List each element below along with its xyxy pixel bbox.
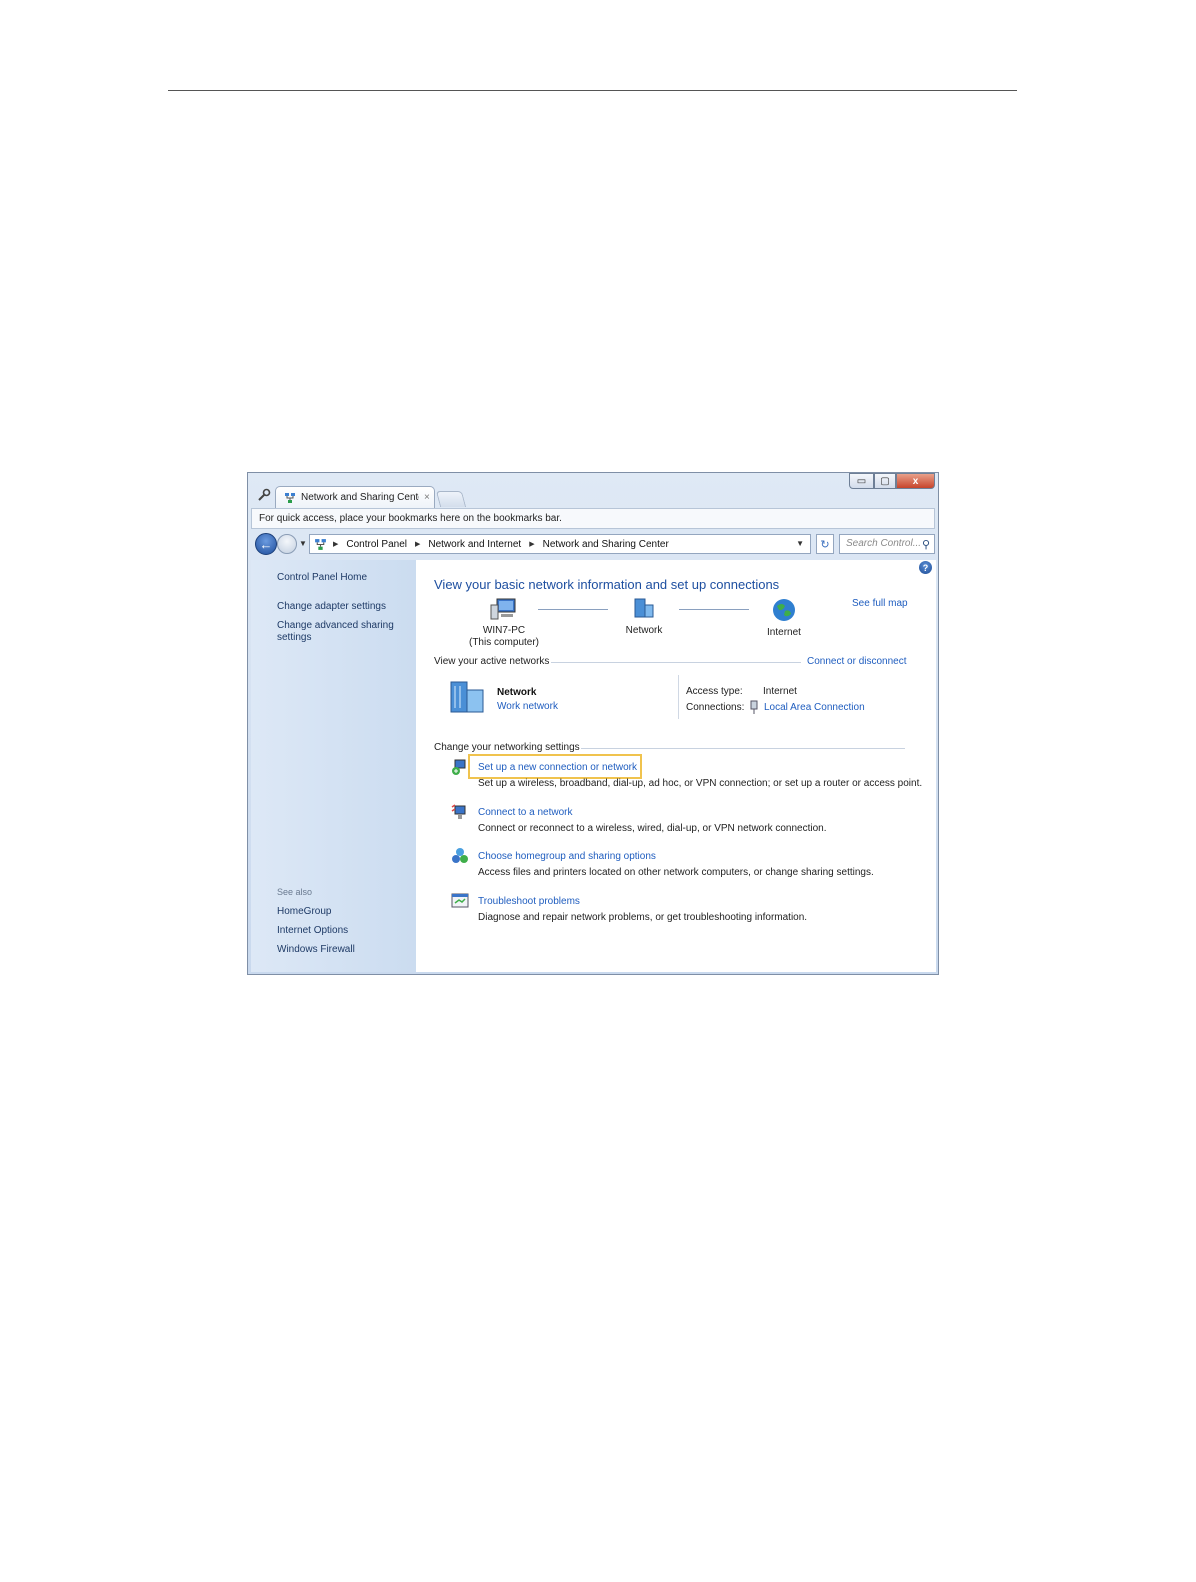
page-title: View your basic network information and … (434, 577, 780, 592)
active-networks-label: View your active networks (434, 656, 550, 667)
active-network-name: Network (497, 687, 537, 698)
tab-network-and-sharing-center[interactable]: Network and Sharing Center × (275, 486, 435, 508)
homegroup-sharing-desc: Access files and printers located on oth… (478, 867, 874, 878)
new-connection-icon (452, 759, 466, 775)
setup-new-connection-link[interactable]: Set up a new connection or network (478, 762, 637, 773)
computer-subtitle: (This computer) (468, 637, 539, 648)
close-button[interactable]: x (896, 473, 935, 489)
network-building-icon (634, 598, 654, 618)
homegroup-sharing-link[interactable]: Choose homegroup and sharing options (478, 851, 656, 862)
connect-network-icon (451, 804, 466, 819)
tab-title: Network and Sharing Center (301, 492, 419, 503)
map-connector (679, 609, 749, 610)
chevron-right-icon[interactable]: ▶ (333, 540, 338, 548)
computer-icon (490, 598, 516, 620)
networking-settings-label: Change your networking settings (434, 742, 580, 753)
breadcrumb-network-and-internet[interactable]: Network and Internet (428, 539, 521, 550)
homegroup-icon (452, 848, 468, 863)
globe-icon (773, 599, 795, 621)
network-icon (285, 492, 295, 503)
vertical-divider (678, 675, 679, 719)
troubleshoot-icon (451, 893, 469, 908)
local-area-connection-link[interactable]: Local Area Connection (764, 702, 865, 713)
troubleshoot-desc: Diagnose and repair network problems, or… (478, 912, 808, 923)
sidebar-item-windows-firewall[interactable]: Windows Firewall (277, 944, 355, 956)
help-icon[interactable]: ? (919, 561, 932, 574)
wrench-icon[interactable] (257, 488, 271, 502)
chevron-right-icon[interactable]: ▶ (529, 540, 534, 548)
search-input[interactable]: Search Control... ⚲ (839, 534, 935, 554)
bookmarks-bar: For quick access, place your bookmarks h… (251, 508, 935, 529)
map-node-computer[interactable]: WIN7-PC (This computer) (464, 597, 544, 649)
sidebar-item-change-adapter-settings[interactable]: Change adapter settings (277, 601, 386, 613)
sidebar-item-change-advanced-sharing[interactable]: Change advanced sharing settings (277, 620, 397, 644)
search-icon[interactable]: ⚲ (922, 538, 930, 551)
connections-label: Connections: (686, 702, 745, 713)
section-divider (551, 662, 801, 663)
breadcrumb-control-panel[interactable]: Control Panel (346, 539, 407, 550)
new-tab-button[interactable] (435, 491, 467, 507)
section-divider (581, 748, 905, 749)
chevron-down-icon[interactable]: ▼ (796, 539, 804, 548)
main-content: ? View your basic network information an… (416, 560, 936, 972)
access-type-value: Internet (763, 686, 797, 697)
troubleshoot-link[interactable]: Troubleshoot problems (478, 896, 580, 907)
map-node-internet[interactable]: Internet (756, 597, 812, 639)
breadcrumb-network-and-sharing-center[interactable]: Network and Sharing Center (543, 539, 669, 550)
network-location-link[interactable]: Work network (497, 701, 558, 712)
computer-name: WIN7-PC (482, 625, 526, 636)
map-connector (538, 609, 608, 610)
minimize-button[interactable]: ▭ (849, 473, 874, 489)
connect-to-network-link[interactable]: Connect to a network (478, 807, 573, 818)
connect-or-disconnect-link[interactable]: Connect or disconnect (807, 656, 907, 667)
map-node-network[interactable]: Network (616, 597, 672, 637)
sidebar-item-homegroup[interactable]: HomeGroup (277, 906, 331, 918)
sidebar-item-control-panel-home[interactable]: Control Panel Home (277, 572, 367, 584)
ethernet-icon (750, 700, 758, 714)
see-also-label: See also (277, 887, 313, 897)
setup-new-connection-desc: Set up a wireless, broadband, dial-up, a… (478, 778, 923, 789)
history-dropdown-icon[interactable]: ▼ (299, 539, 307, 548)
page-header-rule (168, 90, 1017, 91)
network-label: Network (625, 625, 663, 636)
connect-to-network-desc: Connect or reconnect to a wireless, wire… (478, 823, 827, 834)
window-controls: ▭ ▢ x (849, 473, 935, 489)
access-type-label: Access type: (686, 686, 743, 697)
sidebar-item-internet-options[interactable]: Internet Options (277, 925, 348, 937)
browser-window: Network and Sharing Center × ▭ ▢ x For q… (247, 472, 939, 975)
internet-label: Internet (767, 627, 801, 638)
back-button[interactable]: ← (255, 533, 277, 555)
tab-close-icon[interactable]: × (424, 492, 430, 503)
refresh-button[interactable]: ↻ (816, 534, 834, 554)
address-bar[interactable]: ▶ Control Panel ▶ Network and Internet ▶… (309, 534, 811, 554)
see-full-map-link[interactable]: See full map (852, 598, 908, 609)
sidebar: Control Panel Home Change adapter settin… (251, 560, 416, 972)
forward-button[interactable] (277, 534, 297, 554)
network-building-icon (450, 681, 484, 713)
search-placeholder: Search Control... (846, 538, 922, 549)
chevron-right-icon[interactable]: ▶ (415, 540, 420, 548)
maximize-button[interactable]: ▢ (874, 473, 896, 489)
title-bar: Network and Sharing Center × ▭ ▢ x (248, 473, 938, 508)
network-icon (315, 538, 326, 550)
navigation-bar: ← ▼ ▶ Control Panel ▶ Network and Intern… (251, 531, 935, 557)
